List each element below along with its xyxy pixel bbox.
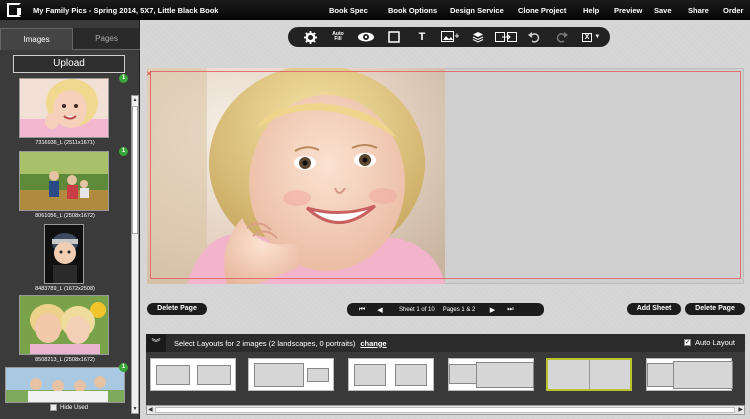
layout-option-selected[interactable] <box>546 358 632 391</box>
image-library-panel: Images Pages Upload 7316936_L (2511x1671… <box>0 20 140 419</box>
previous-sheet-icon[interactable]: ◀ <box>373 306 387 314</box>
undo-icon[interactable] <box>520 27 548 47</box>
text-tool-icon[interactable]: T <box>408 27 436 47</box>
scroll-thumb[interactable] <box>155 407 735 413</box>
menu-clone-project[interactable]: Clone Project <box>518 0 566 20</box>
thumbnail-image <box>19 151 109 211</box>
thumbnail-caption: 7316936_L (2511x1671) <box>35 140 95 146</box>
frame-rectangle-icon[interactable] <box>380 27 408 47</box>
x-label: X <box>581 32 593 42</box>
sheet-navigator: ⏮ ◀ Sheet 1 of 10 Pages 1 & 2 ▶ ⏭ <box>347 303 544 316</box>
sheet-count: Sheet 1 of 10 <box>399 306 435 313</box>
used-count-badge: 1 <box>119 363 128 372</box>
settings-gear-icon[interactable] <box>296 27 324 47</box>
hide-used-label: Hide Used <box>60 404 89 411</box>
collapse-chevron-icon[interactable]: ︾ <box>146 334 166 352</box>
scroll-right-icon[interactable]: ▶ <box>738 406 743 414</box>
add-image-icon[interactable]: + <box>436 27 464 47</box>
editor-toolbar: Auto Fill T + X ▼ <box>288 27 610 47</box>
thumbnail-item[interactable]: 8483789_L (1672x2508) <box>19 224 111 292</box>
pages-info: Pages 1 & 2 <box>442 306 476 313</box>
scroll-down-icon[interactable]: ▼ <box>132 405 138 413</box>
thumbnail-image <box>19 295 109 355</box>
menu-book-options[interactable]: Book Options <box>388 0 437 20</box>
used-count-badge: 1 <box>119 74 128 83</box>
add-sheet-button[interactable]: Add Sheet <box>627 303 681 315</box>
thumbnail-image <box>19 78 109 138</box>
scroll-thumb[interactable] <box>132 106 138 234</box>
menu-save[interactable]: Save <box>654 0 672 20</box>
menu-help[interactable]: Help <box>583 0 599 20</box>
auto-layout-checkbox[interactable]: ✓ <box>683 339 691 346</box>
svg-text:+: + <box>454 32 459 40</box>
swap-photos-icon[interactable] <box>492 27 520 47</box>
scroll-up-icon[interactable]: ▲ <box>132 96 138 104</box>
redo-icon[interactable] <box>548 27 576 47</box>
layout-option[interactable] <box>448 358 534 391</box>
close-x-dropdown[interactable]: X ▼ <box>576 27 606 47</box>
layout-option[interactable] <box>150 358 236 391</box>
menu-design-service[interactable]: Design Service <box>450 0 504 20</box>
auto-fill-button[interactable]: Auto Fill <box>324 27 352 47</box>
upload-button[interactable]: Upload <box>13 55 125 73</box>
used-count-badge: 1 <box>119 147 128 156</box>
thumbnail-item[interactable]: 8061056_L (2508x1672) <box>19 151 111 219</box>
layout-thumbnails <box>146 352 745 405</box>
thumbnail-image <box>44 224 84 284</box>
thumbnail-item[interactable] <box>5 367 127 403</box>
delete-left-page-button[interactable]: Delete Page <box>147 303 207 315</box>
panel-tabs: Images Pages <box>0 28 140 50</box>
thumbnail-caption: 8061056_L (2508x1672) <box>35 213 95 219</box>
project-title: My Family Pics - Spring 2014, 5X7, Littl… <box>33 5 219 15</box>
layout-option[interactable] <box>646 358 733 391</box>
last-sheet-icon[interactable]: ⏭ <box>503 306 517 314</box>
thumbnail-caption: 8483789_L (1672x2508) <box>35 286 95 292</box>
delete-right-page-button[interactable]: Delete Page <box>685 303 745 315</box>
auto-layout-toggle[interactable]: ✓ Auto Layout <box>683 338 735 347</box>
menu-book-spec[interactable]: Book Spec <box>329 0 368 20</box>
menu-share[interactable]: Share <box>688 0 709 20</box>
hide-used-checkbox[interactable] <box>50 404 57 411</box>
scroll-left-icon[interactable]: ◀ <box>148 406 153 414</box>
layout-option[interactable] <box>248 358 334 391</box>
thumbnail-item[interactable]: 8508213_L (2508x1672) <box>19 295 111 363</box>
auto-fill-label-2: Fill <box>334 36 342 42</box>
thumbnail-item[interactable]: 7316936_L (2511x1671) <box>19 78 111 146</box>
eye-preview-icon[interactable] <box>352 27 380 47</box>
tab-pages[interactable]: Pages <box>73 28 140 50</box>
bleed-guide <box>150 71 741 279</box>
layout-option[interactable] <box>348 358 434 391</box>
thumbnail-caption: 8508213_L (2508x1672) <box>35 357 95 363</box>
layout-info-text: Select Layouts for 2 images (2 landscape… <box>174 338 356 348</box>
layers-icon[interactable] <box>464 27 492 47</box>
menu-preview[interactable]: Preview <box>614 0 642 20</box>
thumbnail-list: 7316936_L (2511x1671) 8061056_L (2508x16… <box>0 75 130 415</box>
menu-order[interactable]: Order <box>723 0 743 20</box>
tab-images[interactable]: Images <box>0 28 73 50</box>
thumbnail-image <box>5 367 125 403</box>
hide-used-toggle[interactable]: Hide Used <box>50 404 88 411</box>
thumbnail-scrollbar[interactable]: ▲ ▼ <box>131 95 139 414</box>
auto-layout-label: Auto Layout <box>694 338 735 347</box>
layout-scrollbar[interactable]: ◀ ▶ <box>146 405 745 415</box>
page-marker-icon: ✕ <box>146 71 152 78</box>
next-sheet-icon[interactable]: ▶ <box>485 306 499 314</box>
layout-selector-header: ︾ Select Layouts for 2 images (2 landsca… <box>146 334 745 352</box>
first-sheet-icon[interactable]: ⏮ <box>355 306 369 314</box>
app-logo-icon[interactable] <box>7 3 21 17</box>
chevron-down-icon: ▼ <box>594 34 601 40</box>
change-link[interactable]: change <box>360 339 386 348</box>
